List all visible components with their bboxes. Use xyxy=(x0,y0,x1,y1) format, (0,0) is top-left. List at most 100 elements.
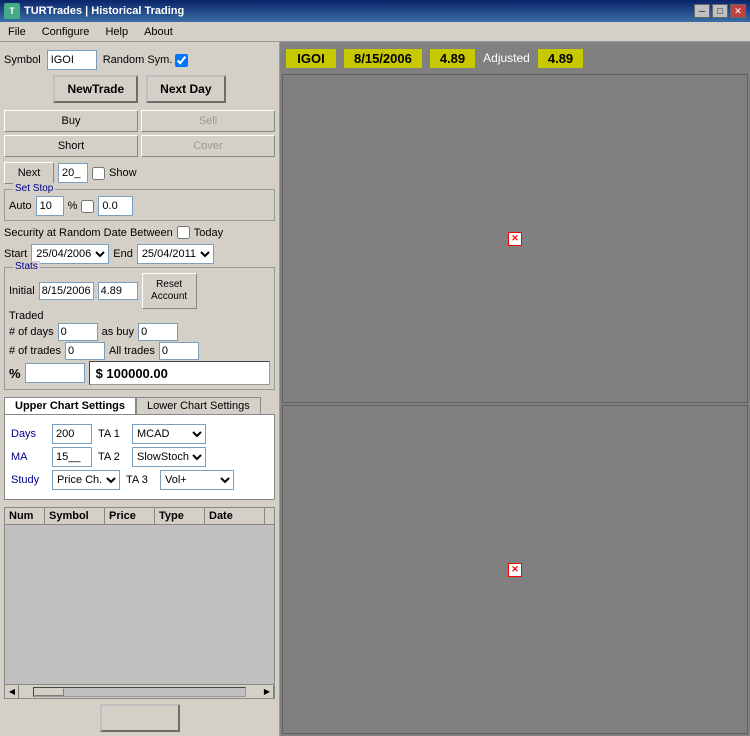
traded-label: Traded xyxy=(9,310,43,322)
initial-row: Initial 8/15/2006 4.89 ResetAccount xyxy=(9,273,270,309)
study-setting-label: Study xyxy=(11,474,46,486)
next-row: Next Show xyxy=(4,162,275,184)
right-panel: IGOI 8/15/2006 4.89 Adjusted 4.89 ✕ ✕ xyxy=(280,42,750,736)
end-label: End xyxy=(113,248,133,260)
stop-row: Auto % xyxy=(9,196,270,216)
title-bar-text: TURTrades | Historical Trading xyxy=(24,5,690,17)
col-price: Price xyxy=(105,508,155,524)
col-date: Date xyxy=(205,508,265,524)
cover-button: Cover xyxy=(141,135,275,157)
ta1-select[interactable]: MCADSlowStochVol+RSI xyxy=(132,424,206,444)
scroll-thumb[interactable] xyxy=(34,688,64,696)
left-panel: Symbol Random Sym. NewTrade Next Day Buy… xyxy=(0,42,280,736)
tab-upper-chart[interactable]: Upper Chart Settings xyxy=(4,397,136,414)
stop-title: Set Stop xyxy=(13,183,55,194)
ta2-label: TA 2 xyxy=(98,451,126,463)
close-button[interactable]: ✕ xyxy=(730,4,746,18)
next-button[interactable]: Next xyxy=(4,162,54,184)
trade-table-container: Num Symbol Price Type Date ◀ ▶ xyxy=(4,507,275,699)
horizontal-scrollbar[interactable]: ◀ ▶ xyxy=(5,684,274,698)
ta1-label: TA 1 xyxy=(98,428,126,440)
chart-tabs: Upper Chart Settings Lower Chart Setting… xyxy=(4,397,275,414)
ta3-label: TA 3 xyxy=(126,474,154,486)
trades-row: # of trades 0 All trades 0 xyxy=(9,342,270,360)
col-type: Type xyxy=(155,508,205,524)
scroll-right-arrow[interactable]: ▶ xyxy=(260,685,274,699)
symbol-input[interactable] xyxy=(47,50,97,70)
menu-help[interactable]: Help xyxy=(97,22,136,41)
money-display: $ 100000.00 xyxy=(89,361,270,385)
scroll-left-arrow[interactable]: ◀ xyxy=(5,685,19,699)
end-date-select[interactable]: 25/04/2011 xyxy=(137,244,214,264)
random-sym-label: Random Sym. xyxy=(103,54,173,66)
date-range-row: Start 25/04/2006 End 25/04/2011 xyxy=(4,244,275,264)
menu-about[interactable]: About xyxy=(136,22,181,41)
tab-content: Days TA 1 MCADSlowStochVol+RSI MA TA 2 S… xyxy=(4,414,275,500)
stop-value-input[interactable] xyxy=(98,196,133,216)
minimize-button[interactable]: ─ xyxy=(694,4,710,18)
pct-money-row: % $ 100000.00 xyxy=(9,361,270,385)
ta3-select[interactable]: Vol+MCADSlowStochRSI xyxy=(160,470,234,490)
security-label: Security at Random Date Between xyxy=(4,227,173,239)
initial-date-value: 8/15/2006 xyxy=(39,282,94,300)
pct-input[interactable] xyxy=(25,363,85,383)
scroll-track[interactable] xyxy=(33,687,246,697)
app-icon: T xyxy=(4,3,20,19)
trades-label: # of trades xyxy=(9,345,61,357)
days-setting-input[interactable] xyxy=(52,424,92,444)
tab-lower-chart[interactable]: Lower Chart Settings xyxy=(136,397,261,414)
today-checkbox[interactable] xyxy=(177,226,190,239)
pct-sign: % xyxy=(68,200,78,212)
next-count-input[interactable] xyxy=(58,163,88,183)
all-trades-label: All trades xyxy=(109,345,155,357)
menu-configure[interactable]: Configure xyxy=(34,22,98,41)
chart-lower-error-icon: ✕ xyxy=(508,563,522,577)
chart-lower: ✕ xyxy=(282,405,748,734)
start-date-select[interactable]: 25/04/2006 xyxy=(31,244,109,264)
main-layout: Symbol Random Sym. NewTrade Next Day Buy… xyxy=(0,42,750,736)
symbol-label: Symbol xyxy=(4,54,41,66)
study-select[interactable]: Price Ch.VolumeRSI xyxy=(52,470,120,490)
new-trade-button[interactable]: NewTrade xyxy=(53,75,138,103)
auto-checkbox[interactable] xyxy=(81,200,94,213)
info-symbol: IGOI xyxy=(286,49,336,68)
initial-price-value: 4.89 xyxy=(98,282,138,300)
random-sym-checkbox[interactable] xyxy=(175,54,188,67)
as-buy-value: 0 xyxy=(138,323,178,341)
info-bar: IGOI 8/15/2006 4.89 Adjusted 4.89 xyxy=(280,42,750,74)
symbol-row: Symbol Random Sym. xyxy=(4,50,275,70)
menu-bar: File Configure Help About xyxy=(0,22,750,42)
window-controls: ─ □ ✕ xyxy=(694,4,746,18)
show-label: Show xyxy=(109,167,137,179)
start-label: Start xyxy=(4,248,27,260)
col-symbol: Symbol xyxy=(45,508,105,524)
col-num: Num xyxy=(5,508,45,524)
info-price: 4.89 xyxy=(430,49,475,68)
reset-account-button[interactable]: ResetAccount xyxy=(142,273,197,309)
short-button[interactable]: Short xyxy=(4,135,138,157)
trades-value: 0 xyxy=(65,342,105,360)
chart-upper-error-icon: ✕ xyxy=(508,232,522,246)
study-setting-row: Study Price Ch.VolumeRSI TA 3 Vol+MCADSl… xyxy=(11,470,268,490)
info-date: 8/15/2006 xyxy=(344,49,422,68)
days-value: 0 xyxy=(58,323,98,341)
ma-setting-row: MA TA 2 SlowStochMCADVol+RSI xyxy=(11,447,268,467)
maximize-button[interactable]: □ xyxy=(712,4,728,18)
menu-file[interactable]: File xyxy=(0,22,34,41)
traded-row: Traded xyxy=(9,310,270,322)
stop-pct-input[interactable] xyxy=(36,196,64,216)
next-day-button[interactable]: Next Day xyxy=(146,75,225,103)
stats-section: Stats Initial 8/15/2006 4.89 ResetAccoun… xyxy=(4,267,275,390)
show-checkbox[interactable] xyxy=(92,167,105,180)
days-label: # of days xyxy=(9,326,54,338)
as-buy-label: as buy xyxy=(102,326,134,338)
buy-button[interactable]: Buy xyxy=(4,110,138,132)
bottom-button-row xyxy=(4,704,275,732)
ta2-select[interactable]: SlowStochMCADVol+RSI xyxy=(132,447,206,467)
trade-table-body xyxy=(5,525,274,684)
security-section: Security at Random Date Between Today xyxy=(4,226,275,239)
bottom-button[interactable] xyxy=(100,704,180,732)
ma-setting-input[interactable] xyxy=(52,447,92,467)
pct-symbol: % xyxy=(9,366,21,381)
chart-settings-area: Upper Chart Settings Lower Chart Setting… xyxy=(4,393,275,500)
